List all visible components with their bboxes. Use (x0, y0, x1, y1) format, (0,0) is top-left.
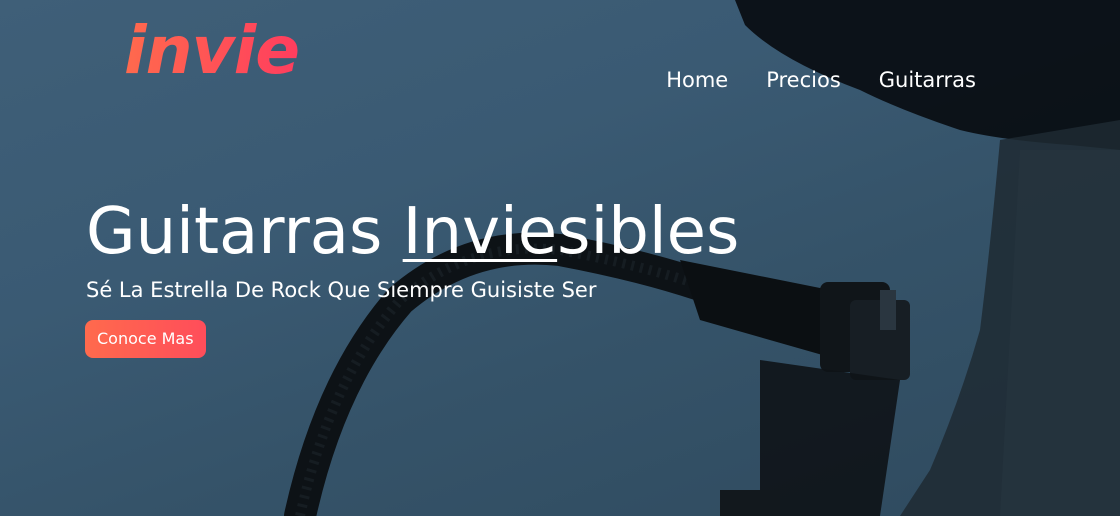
nav-link-precios[interactable]: Precios (766, 66, 841, 94)
nav-link-home[interactable]: Home (666, 66, 728, 94)
hero-section: invie Home Precios Guitarras Guitarras I… (0, 0, 1120, 516)
headline-part-after: sibles (557, 195, 740, 269)
hero-headline: Guitarras Inviesibles (86, 192, 739, 272)
brand-logo[interactable]: invie (124, 18, 300, 84)
main-nav: Home Precios Guitarras (666, 66, 976, 94)
headline-underlined: Invie (402, 195, 558, 269)
headline-part-before: Guitarras (86, 195, 403, 269)
nav-link-guitarras[interactable]: Guitarras (879, 66, 976, 94)
conoce-mas-button[interactable]: Conoce Mas (85, 320, 206, 358)
hero-subheadline: Sé La Estrella De Rock Que Siempre Guisi… (86, 278, 597, 302)
